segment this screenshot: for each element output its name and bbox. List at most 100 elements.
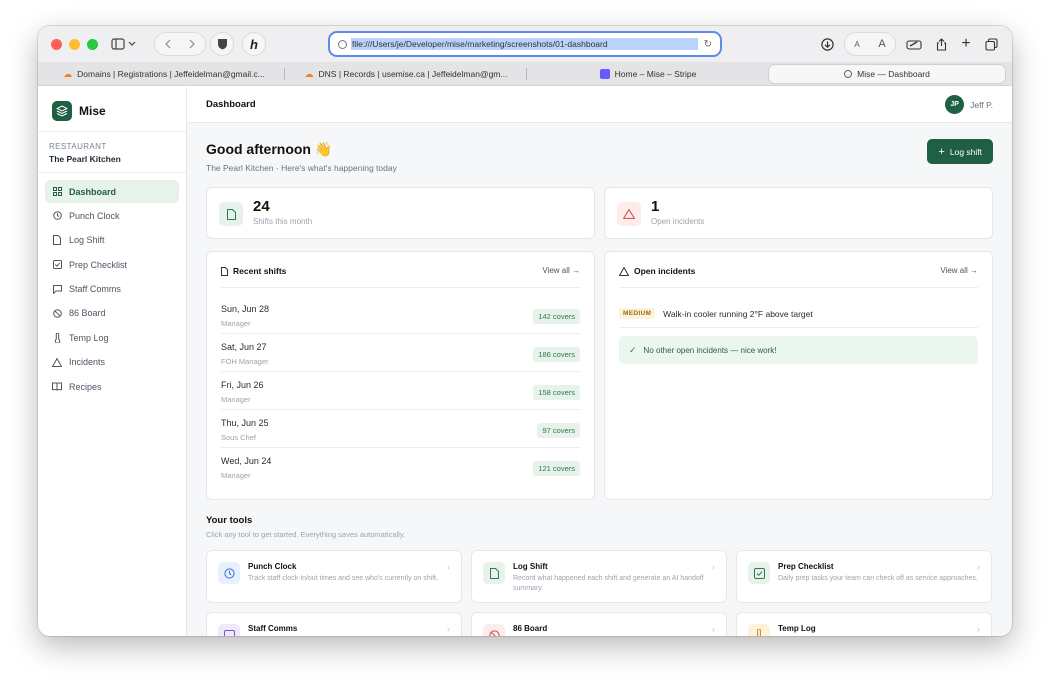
sidebar-item-punch-clock[interactable]: Punch Clock xyxy=(45,204,179,227)
share-button[interactable] xyxy=(931,32,951,56)
tab-domains[interactable]: ☁ Domains | Registrations | Jeffeidelman… xyxy=(48,64,280,84)
sidebar-item-label: Incidents xyxy=(69,357,106,368)
address-bar[interactable]: file:///Users/je/Developer/mise/marketin… xyxy=(328,31,722,57)
increase-text-button[interactable]: A xyxy=(878,38,885,50)
tool-description: Record what happened each shift and gene… xyxy=(513,575,704,592)
plus-icon: + xyxy=(961,35,971,52)
tab-overview-button[interactable] xyxy=(980,32,1002,56)
sidebar-item-label: Recipes xyxy=(69,381,102,392)
user-menu[interactable]: JP Jeff P. xyxy=(945,95,993,114)
download-icon xyxy=(820,37,834,51)
tool-card-prep-checklist[interactable]: Prep Checklist Daily prep tasks your tea… xyxy=(736,550,992,603)
sidebar-item-label: Staff Comms xyxy=(69,284,121,295)
sidebar-toggle-button[interactable] xyxy=(104,32,144,56)
restaurant-name: The Pearl Kitchen xyxy=(49,154,121,164)
sidebar-item-dashboard[interactable]: Dashboard xyxy=(45,180,179,203)
warning-icon xyxy=(619,266,629,276)
covers-badge: 158 covers xyxy=(533,385,580,400)
tool-card-punch-clock[interactable]: Punch Clock Track staff clock-in/out tim… xyxy=(206,550,462,603)
text-size-controls: A A xyxy=(844,32,896,56)
sidebar-item-recipes[interactable]: Recipes xyxy=(45,375,179,398)
sidebar: Mise RESTAURANT The Pearl Kitchen Dashbo… xyxy=(38,87,187,636)
annotate-button[interactable] xyxy=(902,32,926,56)
shift-row[interactable]: Thu, Jun 25 Sous Chef 97 covers xyxy=(221,410,580,448)
shift-row[interactable]: Wed, Jun 24 Manager 121 covers xyxy=(221,448,580,486)
extension-bitwarden-button[interactable] xyxy=(210,32,234,56)
layers-icon xyxy=(52,101,72,121)
shift-role: Sous Chef xyxy=(221,433,257,442)
ban-icon xyxy=(52,308,62,318)
all-clear-message: ✓ No other open incidents — nice work! xyxy=(619,336,978,364)
panel-title-text: Recent shifts xyxy=(233,266,287,276)
sidebar-item-prep-checklist[interactable]: Prep Checklist xyxy=(45,253,179,276)
tab-dns[interactable]: ☁ DNS | Records | usemise.ca | Jeffeidel… xyxy=(290,64,522,84)
shift-date: Fri, Jun 26 xyxy=(221,380,264,390)
markup-icon xyxy=(906,39,922,50)
back-icon[interactable] xyxy=(160,38,200,50)
file-icon xyxy=(219,202,243,226)
view-all-incidents-link[interactable]: View all → xyxy=(940,266,978,275)
sidebar-item-log-shift[interactable]: Log Shift xyxy=(45,229,179,252)
tab-label: DNS | Records | usemise.ca | Jeffeidelma… xyxy=(318,69,508,79)
zoom-window-button[interactable] xyxy=(87,38,98,50)
log-shift-button[interactable]: + Log shift xyxy=(927,139,993,164)
check-icon: ✓ xyxy=(629,344,637,355)
panel-title-text: Open incidents xyxy=(634,266,696,276)
stat-card-shifts[interactable]: 24 Shifts this month xyxy=(206,187,595,239)
downloads-button[interactable] xyxy=(816,32,838,56)
thermometer-icon xyxy=(748,624,770,636)
shift-row[interactable]: Sat, Jun 27 FOH Manager 186 covers xyxy=(221,334,580,372)
cloudflare-icon: ☁ xyxy=(304,68,314,79)
stat-card-incidents[interactable]: 1 Open incidents xyxy=(604,187,993,239)
sidebar-item-staff-comms[interactable]: Staff Comms xyxy=(45,278,179,301)
tab-mise-dashboard[interactable]: Mise — Dashboard xyxy=(768,64,1006,84)
tab-stripe[interactable]: Home – Mise – Stripe xyxy=(532,64,764,84)
plus-icon: + xyxy=(938,145,945,158)
all-clear-text: No other open incidents — nice work! xyxy=(643,345,777,355)
extension-h-button[interactable]: h xyxy=(242,32,266,56)
incident-text: Walk-in cooler running 2°F above target xyxy=(663,308,813,319)
sidebar-item-label: Log Shift xyxy=(69,235,105,246)
incident-row[interactable]: MEDIUM Walk-in cooler running 2°F above … xyxy=(619,300,978,328)
new-tab-button[interactable]: + xyxy=(956,32,976,56)
sidebar-item-label: Dashboard xyxy=(69,186,117,197)
tab-separator xyxy=(284,68,285,80)
main-content: Dashboard JP Jeff P. Good afternoon 👋 Th… xyxy=(187,87,1012,636)
page-title: Dashboard xyxy=(206,99,256,110)
panel-title: Open incidents xyxy=(619,266,695,276)
minimize-window-button[interactable] xyxy=(69,38,80,50)
warning-icon xyxy=(52,357,62,367)
panel-title: Recent shifts xyxy=(221,266,286,276)
sidebar-item-incidents[interactable]: Incidents xyxy=(45,351,179,374)
chat-icon xyxy=(52,284,62,294)
tools-heading: Your tools xyxy=(206,515,253,526)
tab-label: Home – Mise – Stripe xyxy=(614,69,697,79)
brand[interactable]: Mise xyxy=(52,101,106,121)
chevron-right-icon: › xyxy=(447,624,450,634)
log-shift-button-label: Log shift xyxy=(949,146,982,157)
sidebar-item-temp-log[interactable]: Temp Log xyxy=(45,326,179,349)
tool-card-log-shift[interactable]: Log Shift Record what happened each shif… xyxy=(471,550,727,603)
checklist-icon xyxy=(748,562,770,584)
sidebar-divider xyxy=(38,172,187,173)
chevron-right-icon: › xyxy=(977,562,980,572)
thermometer-icon xyxy=(52,332,62,343)
view-all-shifts-link[interactable]: View all → xyxy=(542,266,580,275)
cloudflare-icon: ☁ xyxy=(63,68,73,79)
close-window-button[interactable] xyxy=(51,38,62,50)
sidebar-icon xyxy=(111,38,136,50)
reload-icon[interactable]: ↻ xyxy=(704,39,712,50)
tool-card-temp-log[interactable]: Temp Log › xyxy=(736,612,992,636)
tool-card-staff-comms[interactable]: Staff Comms › xyxy=(206,612,462,636)
covers-badge: 186 covers xyxy=(533,347,580,362)
shift-date: Thu, Jun 25 xyxy=(221,418,269,428)
user-name: Jeff P. xyxy=(970,99,993,110)
tool-description: Daily prep tasks your team can check off… xyxy=(778,575,978,582)
tool-card-86-board[interactable]: 86 Board › xyxy=(471,612,727,636)
shift-row[interactable]: Sun, Jun 28 Manager 142 covers xyxy=(221,296,580,334)
sidebar-item-86-board[interactable]: 86 Board xyxy=(45,302,179,325)
decrease-text-button[interactable]: A xyxy=(854,40,859,49)
shift-role: Manager xyxy=(221,395,251,404)
clock-icon xyxy=(218,562,240,584)
shift-row[interactable]: Fri, Jun 26 Manager 158 covers xyxy=(221,372,580,410)
